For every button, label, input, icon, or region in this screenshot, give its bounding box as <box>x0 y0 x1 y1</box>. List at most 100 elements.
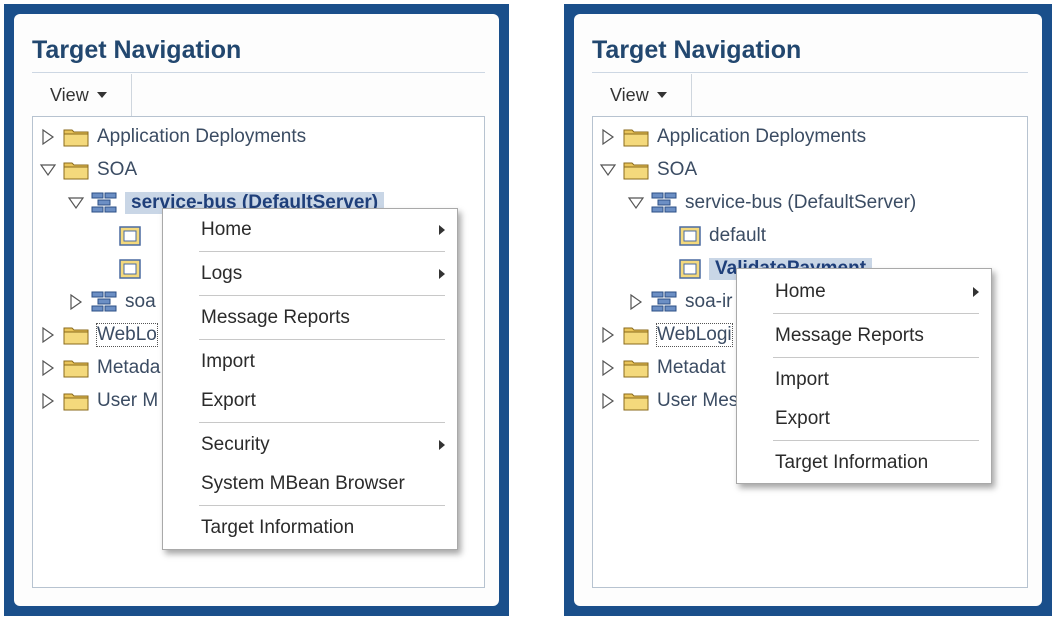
node-label: SOA <box>97 159 138 180</box>
menu-separator <box>199 251 445 252</box>
chevron-down-icon <box>656 92 667 98</box>
tree-node-user-messaging[interactable]: User Mes <box>599 387 738 415</box>
collapse-icon[interactable] <box>627 194 645 212</box>
submenu-arrow-icon <box>439 269 445 279</box>
node-label: WebLo <box>96 323 158 347</box>
folder-icon <box>623 325 649 345</box>
tree-node-user-messaging[interactable]: User M <box>39 387 158 415</box>
node-label: Metadat <box>657 357 726 378</box>
folder-icon <box>623 358 649 378</box>
tree-node-soa[interactable]: SOA <box>599 156 697 184</box>
tree-node-metadata[interactable]: Metadat <box>599 354 726 382</box>
collapse-icon[interactable] <box>599 161 617 179</box>
tree-node-weblogic[interactable]: WebLo <box>39 321 158 349</box>
tree-node-child-2[interactable] <box>119 255 149 283</box>
node-label: Metada <box>97 357 161 378</box>
folder-icon <box>63 160 89 180</box>
node-label: User Mes <box>657 390 739 411</box>
menu-separator <box>199 295 445 296</box>
node-label: soa <box>125 291 156 312</box>
view-label: View <box>50 84 89 105</box>
project-icon <box>679 259 701 279</box>
view-menu-button[interactable]: View <box>32 74 132 116</box>
expand-icon[interactable] <box>67 293 85 311</box>
menu-separator <box>199 339 445 340</box>
folder-icon <box>623 160 649 180</box>
menu-item-target-information[interactable]: Target Information <box>201 513 447 543</box>
submenu-arrow-icon <box>439 225 445 235</box>
menu-item-export[interactable]: Export <box>201 386 447 416</box>
expand-icon[interactable] <box>599 128 617 146</box>
tree-node-application-deployments[interactable]: Application Deployments <box>39 123 306 151</box>
tree-node-child-1[interactable] <box>119 222 149 250</box>
menu-item-home[interactable]: Home <box>775 277 981 307</box>
tree-node-application-deployments[interactable]: Application Deployments <box>599 123 866 151</box>
submenu-arrow-icon <box>439 440 445 450</box>
expand-icon[interactable] <box>39 359 57 377</box>
tree-node-soa-infra[interactable]: soa <box>67 288 156 316</box>
tree-node-weblogic[interactable]: WebLogi <box>599 321 733 349</box>
chevron-down-icon <box>96 92 107 98</box>
node-label: User M <box>97 390 159 411</box>
menu-item-system-mbean-browser[interactable]: System MBean Browser <box>201 469 447 499</box>
expand-icon[interactable] <box>599 392 617 410</box>
menu-item-import[interactable]: Import <box>201 347 447 377</box>
context-menu: Home Logs Message Reports Import Export … <box>162 208 458 550</box>
title-divider <box>32 72 485 73</box>
folder-icon <box>623 127 649 147</box>
menu-separator <box>773 313 979 314</box>
menu-item-message-reports[interactable]: Message Reports <box>201 303 447 333</box>
project-icon <box>119 259 141 279</box>
server-cluster-icon <box>91 192 117 214</box>
expand-icon[interactable] <box>39 128 57 146</box>
menu-separator <box>199 505 445 506</box>
menu-item-home[interactable]: Home <box>201 215 447 245</box>
panel-title: Target Navigation <box>32 36 242 64</box>
toolbar: View <box>32 74 485 116</box>
folder-icon <box>623 391 649 411</box>
tree-node-service-bus[interactable]: service-bus (DefaultServer) <box>627 189 916 217</box>
server-cluster-icon <box>651 192 677 214</box>
expand-icon[interactable] <box>627 293 645 311</box>
server-cluster-icon <box>91 291 117 313</box>
project-icon <box>679 226 701 246</box>
panel-title: Target Navigation <box>592 36 802 64</box>
view-label: View <box>610 84 649 105</box>
menu-item-target-information[interactable]: Target Information <box>775 448 981 478</box>
menu-separator <box>773 357 979 358</box>
menu-item-export[interactable]: Export <box>775 404 981 434</box>
view-menu-button[interactable]: View <box>592 74 692 116</box>
title-divider <box>592 72 1028 73</box>
menu-separator <box>773 440 979 441</box>
context-menu: Home Message Reports Import Export Targe… <box>736 268 992 484</box>
node-label: WebLogi <box>656 323 733 347</box>
collapse-icon[interactable] <box>39 161 57 179</box>
node-label: SOA <box>657 159 698 180</box>
tree-node-soa[interactable]: SOA <box>39 156 137 184</box>
folder-icon <box>63 325 89 345</box>
expand-icon[interactable] <box>39 392 57 410</box>
collapse-icon[interactable] <box>67 194 85 212</box>
node-label: Application Deployments <box>657 126 867 147</box>
toolbar: View <box>592 74 1028 116</box>
menu-item-security[interactable]: Security <box>201 430 447 460</box>
tree-node-soa-infra[interactable]: soa-ir <box>627 288 733 316</box>
project-icon <box>119 226 141 246</box>
expand-icon[interactable] <box>599 326 617 344</box>
tree-node-default[interactable]: default <box>679 222 766 250</box>
menu-item-message-reports[interactable]: Message Reports <box>775 321 981 351</box>
node-label: Application Deployments <box>97 126 307 147</box>
server-cluster-icon <box>651 291 677 313</box>
node-label: soa-ir <box>685 291 733 312</box>
menu-item-logs[interactable]: Logs <box>201 259 447 289</box>
folder-icon <box>63 127 89 147</box>
menu-item-import[interactable]: Import <box>775 365 981 395</box>
folder-icon <box>63 358 89 378</box>
node-label: default <box>709 225 767 246</box>
tree-node-metadata[interactable]: Metada <box>39 354 160 382</box>
expand-icon[interactable] <box>599 359 617 377</box>
submenu-arrow-icon <box>973 287 979 297</box>
node-label: service-bus (DefaultServer) <box>685 192 917 213</box>
folder-icon <box>63 391 89 411</box>
expand-icon[interactable] <box>39 326 57 344</box>
